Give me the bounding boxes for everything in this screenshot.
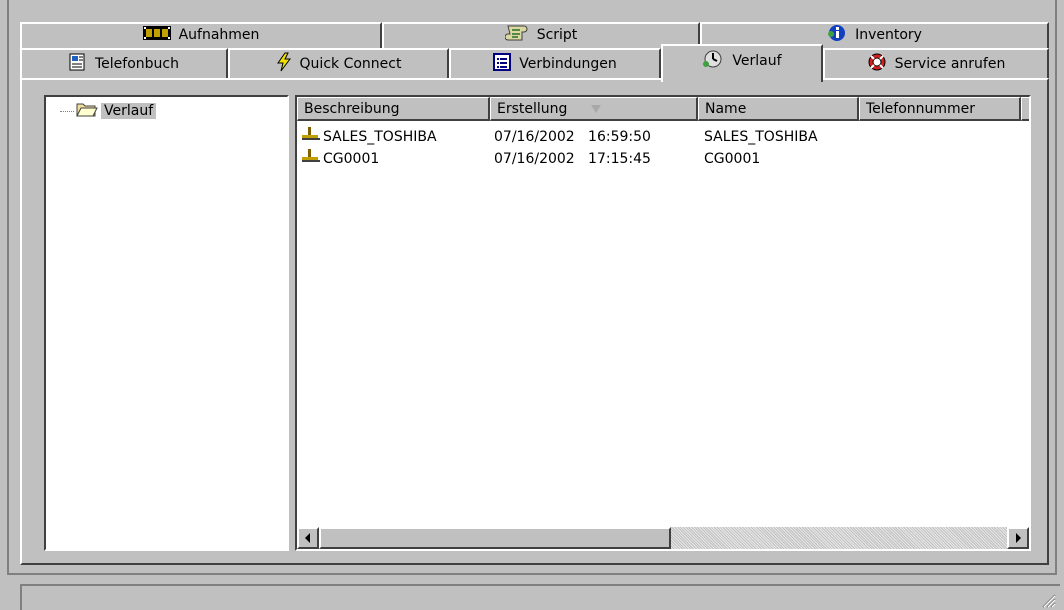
tab-label: Inventory bbox=[855, 27, 922, 43]
tab-aufnahmen[interactable]: Aufnahmen bbox=[20, 22, 382, 50]
table-row[interactable]: CG0001 07/16/2002 17:15:45 CG0001 bbox=[297, 148, 1029, 170]
tab-label: Telefonbuch bbox=[95, 56, 179, 72]
resize-grip-icon[interactable] bbox=[1040, 592, 1056, 608]
arrow-left-icon bbox=[305, 533, 310, 543]
col-header-filler bbox=[1021, 97, 1029, 121]
cell-beschreibung: SALES_TOSHIBA bbox=[301, 126, 437, 148]
col-header-name[interactable]: Name bbox=[698, 97, 859, 121]
tab-verlauf[interactable]: Verlauf bbox=[661, 44, 823, 82]
tab-label: Script bbox=[536, 27, 578, 43]
tab-label: Aufnahmen bbox=[178, 27, 260, 43]
arrow-right-icon bbox=[1016, 533, 1021, 543]
tab-label: Verbindungen bbox=[519, 56, 617, 72]
tab-label: Quick Connect bbox=[299, 56, 402, 72]
connection-plug-icon bbox=[301, 126, 321, 148]
cell-name: SALES_TOSHIBA bbox=[704, 129, 818, 145]
info-globe-icon bbox=[827, 24, 847, 46]
table-row[interactable]: SALES_TOSHIBA 07/16/2002 16:59:50 SALES_… bbox=[297, 126, 1029, 148]
tab-telefonbuch[interactable]: Telefonbuch bbox=[20, 48, 228, 78]
col-header-erstellung[interactable]: Erstellung bbox=[490, 97, 698, 121]
list-window-icon bbox=[493, 53, 512, 75]
tab-panel-verlauf: Verlauf Beschreibung Erstellung Name Tel… bbox=[20, 78, 1049, 565]
tab-label: Service anrufen bbox=[894, 56, 1006, 72]
status-bar bbox=[20, 584, 1060, 610]
horizontal-scrollbar[interactable] bbox=[297, 527, 1029, 549]
tab-label: Verlauf bbox=[732, 53, 782, 69]
tab-script[interactable]: Script bbox=[382, 22, 700, 50]
history-clock-icon bbox=[702, 49, 724, 73]
cell-name: CG0001 bbox=[704, 151, 761, 167]
tab-quick-connect[interactable]: Quick Connect bbox=[228, 48, 449, 78]
phonebook-icon bbox=[69, 53, 87, 75]
col-header-beschreibung[interactable]: Beschreibung bbox=[297, 97, 490, 121]
connection-plug-icon bbox=[301, 148, 321, 170]
folder-open-icon bbox=[76, 101, 98, 121]
tree-label-verlauf: Verlauf bbox=[101, 103, 157, 119]
tab-verbindungen[interactable]: Verbindungen bbox=[449, 48, 661, 78]
history-list[interactable]: Beschreibung Erstellung Name Telefonnumm… bbox=[295, 95, 1031, 551]
tree-view[interactable]: Verlauf bbox=[44, 95, 289, 551]
scroll-left-button[interactable] bbox=[297, 527, 319, 549]
film-icon bbox=[142, 26, 171, 44]
col-header-telefonnummer[interactable]: Telefonnummer bbox=[859, 97, 1021, 121]
sort-descending-icon bbox=[591, 105, 602, 113]
lifebuoy-icon bbox=[867, 52, 887, 76]
tab-service-anrufen[interactable]: Service anrufen bbox=[823, 48, 1049, 78]
script-scroll-icon bbox=[504, 23, 529, 47]
scroll-thumb[interactable] bbox=[319, 527, 671, 549]
tree-connector bbox=[60, 110, 74, 112]
tree-item-verlauf[interactable]: Verlauf bbox=[60, 101, 157, 121]
cell-erstellung: 07/16/2002 17:15:45 bbox=[494, 151, 651, 167]
cell-erstellung: 07/16/2002 16:59:50 bbox=[494, 129, 651, 145]
lightning-icon bbox=[276, 52, 292, 76]
cell-beschreibung: CG0001 bbox=[301, 148, 379, 170]
scroll-right-button[interactable] bbox=[1007, 527, 1029, 549]
